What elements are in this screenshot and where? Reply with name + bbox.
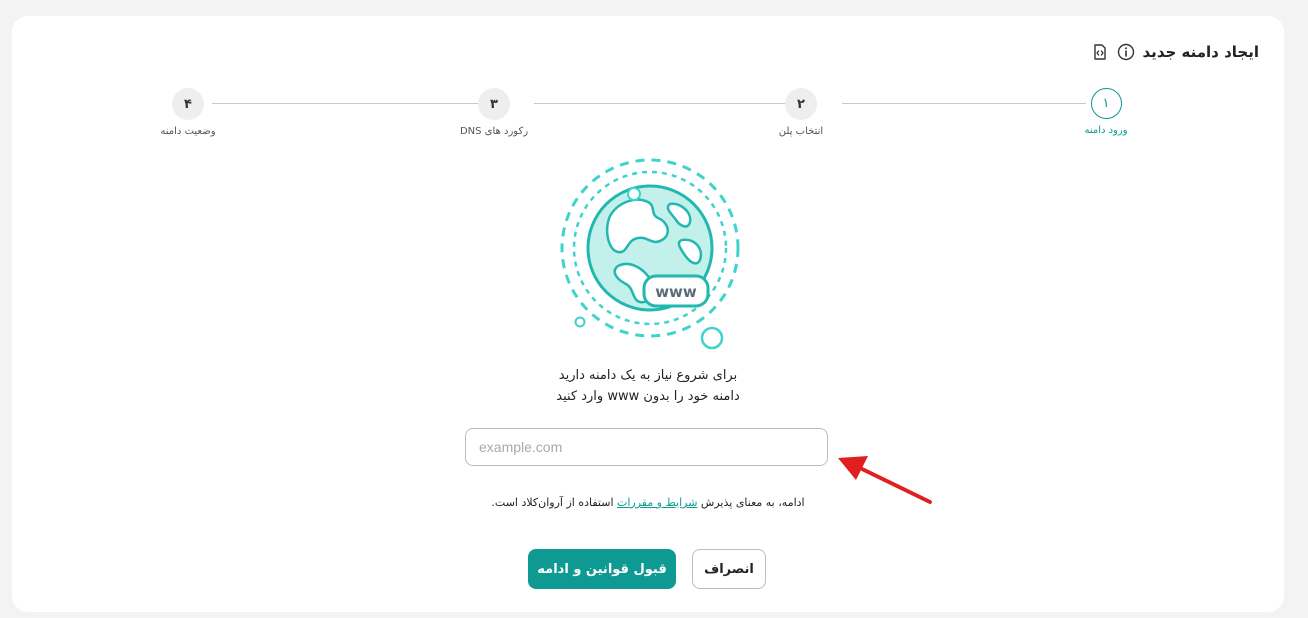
intro-line-1: برای شروع نیاز به یک دامنه دارید	[558, 368, 738, 383]
step-label: انتخاب پلن	[778, 126, 824, 137]
terms-text: ادامه، به معنای پذیرش شرایط و مقررات است…	[388, 496, 908, 509]
page-header: ایجاد دامنه جدید	[1091, 42, 1259, 62]
cancel-button[interactable]: انصراف	[692, 549, 766, 589]
step-label: رکورد های DNS	[459, 126, 529, 137]
create-domain-card: ایجاد دامنه جدید ۱ ورود دامنه ۲ انتخاب پ…	[12, 16, 1284, 612]
domain-input[interactable]	[465, 428, 828, 466]
terms-suffix: استفاده از آروان‌کلاد است.	[491, 496, 614, 509]
step-domain-entry[interactable]: ۱ ورود دامنه	[1036, 88, 1176, 136]
code-icon[interactable]	[1091, 43, 1109, 61]
info-icon[interactable]	[1117, 43, 1135, 61]
intro-text: برای شروع نیاز به یک دامنه دارید دامنه خ…	[448, 365, 848, 407]
www-badge: www	[655, 283, 697, 301]
accept-and-continue-button[interactable]: قبول قوانین و ادامه	[528, 549, 676, 589]
step-label: وضعیت دامنه	[160, 126, 216, 137]
step-dns-records[interactable]: ۳ رکورد های DNS	[424, 88, 564, 137]
step-plan-select[interactable]: ۲ انتخاب پلن	[731, 88, 871, 137]
step-number: ۴	[172, 88, 204, 120]
terms-prefix: ادامه، به معنای پذیرش	[700, 496, 805, 509]
terms-link[interactable]: شرایط و مقررات	[617, 496, 697, 509]
step-number: ۱	[1090, 88, 1122, 119]
step-number: ۳	[478, 88, 510, 120]
step-number: ۲	[785, 88, 817, 120]
intro-line-2: دامنه خود را بدون www وارد کنید	[556, 389, 740, 404]
step-label: ورود دامنه	[1084, 125, 1128, 136]
page-title: ایجاد دامنه جدید	[1142, 43, 1259, 61]
globe-www-illustration: www	[560, 158, 740, 350]
step-domain-status[interactable]: ۴ وضعیت دامنه	[118, 88, 258, 137]
